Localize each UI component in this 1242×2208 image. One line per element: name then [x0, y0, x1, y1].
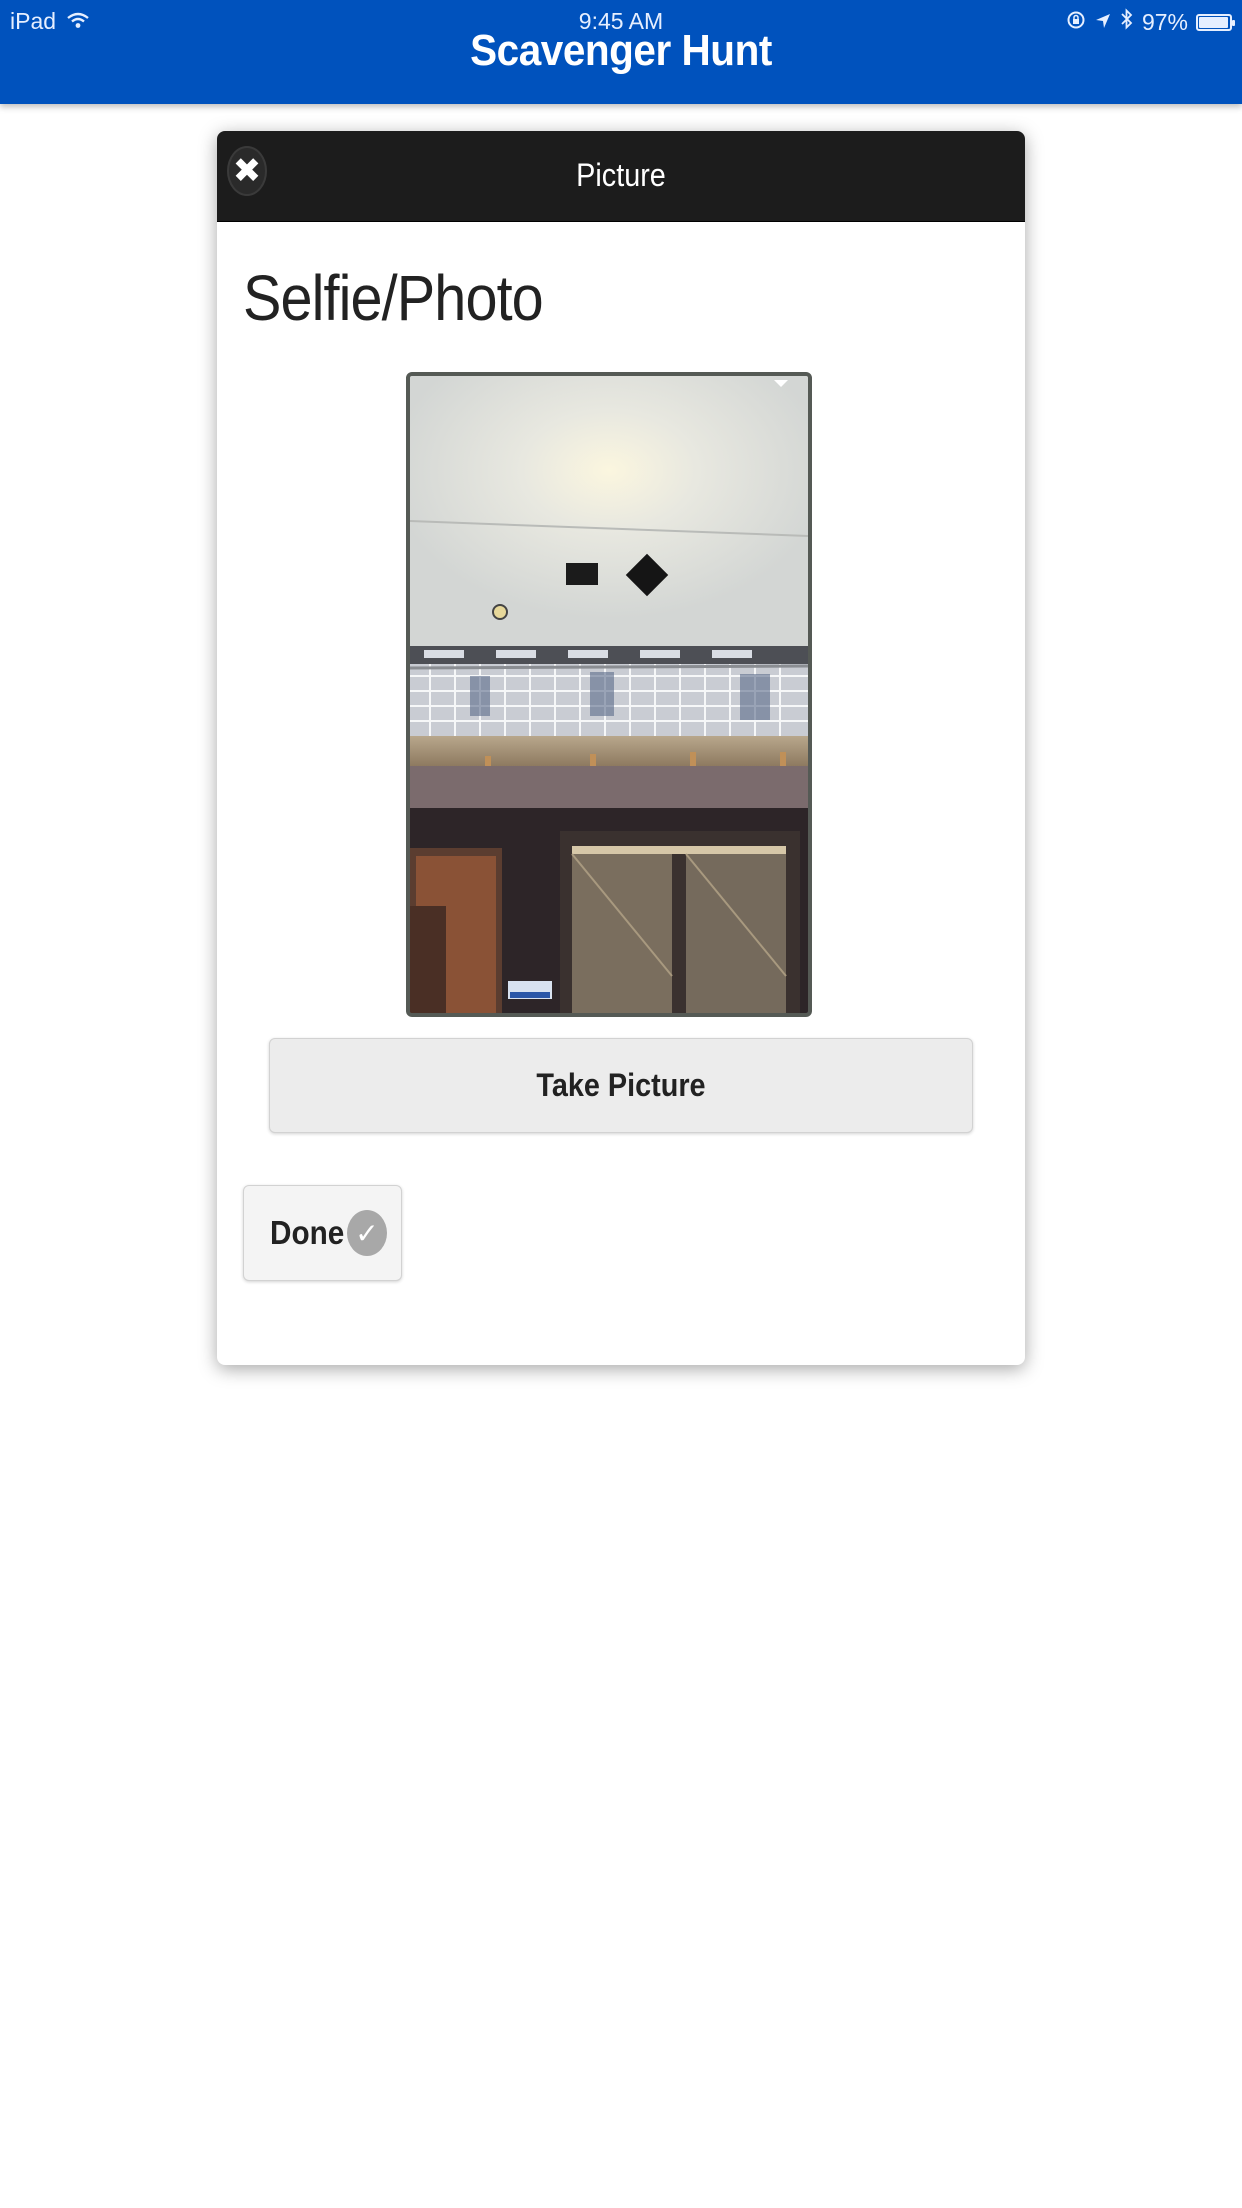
app-title: Scavenger Hunt [470, 26, 772, 75]
dialog-header: ✖ Picture [217, 131, 1025, 222]
battery-fill [1199, 16, 1228, 28]
question-heading: Selfie/Photo [243, 262, 544, 334]
photo-preview [406, 372, 812, 1017]
done-button[interactable]: Done ✓ [243, 1185, 402, 1281]
app-header: iPad 9:45 AM 97% Scavenger Hunt [0, 0, 1242, 104]
picture-dialog: ✖ Picture Selfie/Photo Take Picture Done… [217, 131, 1025, 1365]
done-label: Done [270, 1214, 345, 1251]
dialog-title: Picture [576, 157, 666, 193]
take-picture-button[interactable]: Take Picture [269, 1038, 973, 1133]
check-circle-icon: ✓ [347, 1210, 387, 1256]
take-picture-label: Take Picture [536, 1067, 706, 1103]
battery-icon [1196, 13, 1235, 31]
